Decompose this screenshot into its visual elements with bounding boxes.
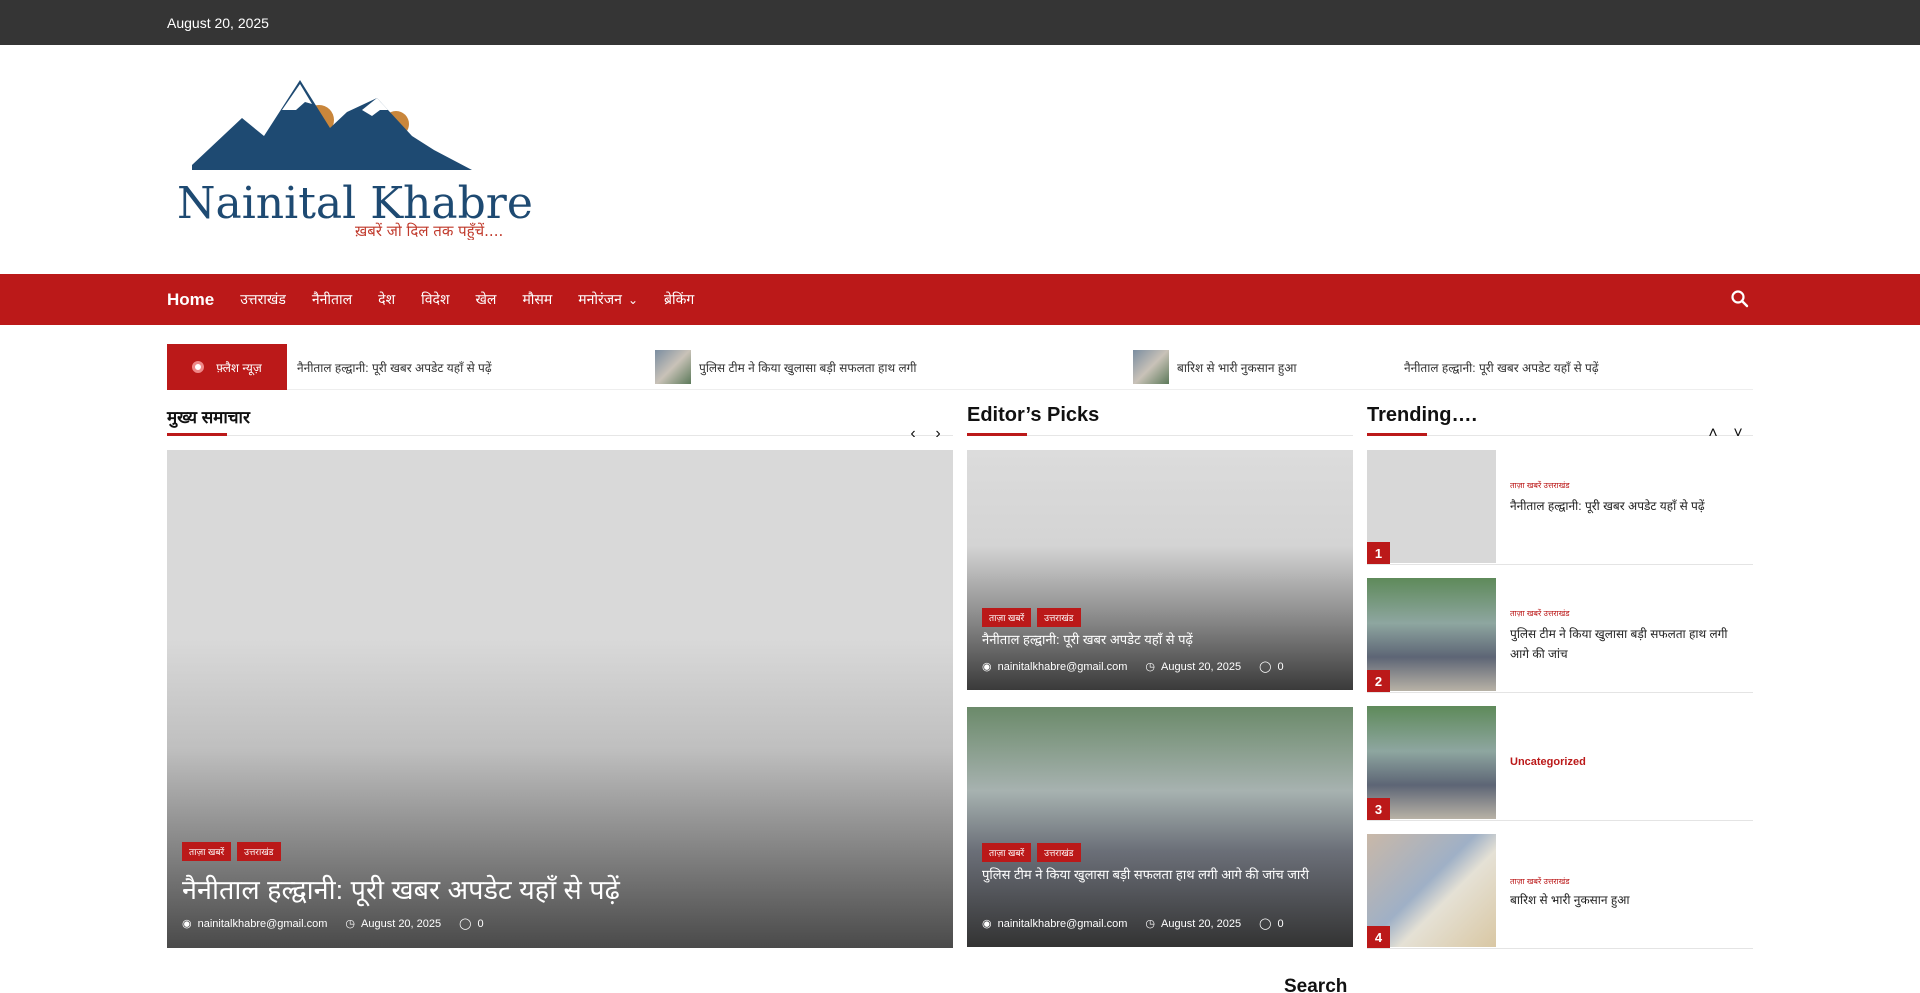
user-icon: ◉ <box>982 661 992 673</box>
editors-pick-card[interactable]: ताज़ा खबरें उत्तराखंड नैनीताल हल्द्वानी:… <box>967 450 1353 690</box>
trending-item[interactable]: 2 ताज़ा खबरें उत्तराखंड पुलिस टीम ने किय… <box>1367 578 1753 693</box>
ticker-item[interactable]: नैनीताल हल्द्वानी: पूरी खबर अपडेट यहाँ स… <box>1404 344 1599 390</box>
nav-item-manoranjan[interactable]: मनोरंजन ⌄ <box>578 290 638 309</box>
card-meta: ◉ nainitalkhabre@gmail.com ◷ August 20, … <box>982 917 1284 931</box>
author-link[interactable]: nainitalkhabre@gmail.com <box>998 661 1128 673</box>
comment-icon: ◯ <box>459 918 472 930</box>
current-date: August 20, 2025 <box>167 15 269 31</box>
post-date[interactable]: August 20, 2025 <box>361 918 441 930</box>
ticker-thumbnail <box>655 350 691 384</box>
nav-item-manoranjan-label: मनोरंजन <box>578 291 622 307</box>
main-news-heading: मुख्य समाचार <box>167 408 250 427</box>
section-underline <box>1367 433 1427 436</box>
news-ticker: फ़्लैश न्यूज़ नैनीताल हल्द्वानी: पूरी खब… <box>167 344 1753 390</box>
trending-item[interactable]: 1 ताज़ा खबरें उत्तराखंड नैनीताल हल्द्वान… <box>1367 450 1753 565</box>
trending-categories[interactable]: ताज़ा खबरें उत्तराखंड <box>1510 480 1570 491</box>
ticker-item[interactable]: पुलिस टीम ने किया खुलासा बड़ी सफलता हाथ … <box>655 344 917 390</box>
ticker-item-text: नैनीताल हल्द्वानी: पूरी खबर अपडेट यहाँ स… <box>1404 360 1599 375</box>
slide-categories: ताज़ा खबरें उत्तराखंड <box>182 842 281 861</box>
slider-next-button[interactable]: › <box>929 425 947 443</box>
chevron-up-icon[interactable]: ˄ <box>1704 425 1722 443</box>
ticker-item-text: पुलिस टीम ने किया खुलासा बड़ी सफलता हाथ … <box>699 360 917 375</box>
comment-icon: ◯ <box>1259 918 1272 930</box>
card-categories: ताज़ा खबरें उत्तराखंड <box>982 608 1081 627</box>
chevron-down-icon[interactable]: ˅ <box>1729 425 1747 443</box>
section-rule <box>1027 435 1353 436</box>
user-icon: ◉ <box>982 918 992 930</box>
trending-title[interactable]: नैनीताल हल्द्वानी: पूरी खबर अपडेट यहाँ स… <box>1510 496 1740 516</box>
nav-item-uttarakhand[interactable]: उत्तराखंड <box>240 290 286 309</box>
clock-icon: ◷ <box>1145 918 1156 930</box>
category-badge[interactable]: उत्तराखंड <box>237 842 281 861</box>
main-navigation: Home उत्तराखंड नैनीताल देश विदेश खेल मौस… <box>0 274 1920 325</box>
rank-badge: 2 <box>1367 670 1390 692</box>
trending-title[interactable]: Uncategorized <box>1510 756 1586 768</box>
comment-count[interactable]: 0 <box>1277 661 1283 673</box>
trending-title[interactable]: बारिश से भारी नुकसान हुआ <box>1510 890 1740 910</box>
slide-title[interactable]: नैनीताल हल्द्वानी: पूरी खबर अपडेट यहाँ स… <box>182 870 620 907</box>
card-title[interactable]: पुलिस टीम ने किया खुलासा बड़ी सफलता हाथ … <box>982 865 1338 885</box>
nav-item-nainital[interactable]: नैनीताल <box>312 290 352 309</box>
nav-item-videsh[interactable]: विदेश <box>421 290 449 309</box>
category-badge[interactable]: ताज़ा खबरें <box>182 842 232 861</box>
clock-icon: ◷ <box>345 918 356 930</box>
nav-item-breaking[interactable]: ब्रेकिंग <box>664 290 694 309</box>
trending-item[interactable]: 4 ताज़ा खबरें उत्तराखंड बारिश से भारी नु… <box>1367 834 1753 949</box>
logo-tagline: ख़बरें जो दिल तक पहुँचें.... <box>355 222 503 240</box>
card-meta: ◉ nainitalkhabre@gmail.com ◷ August 20, … <box>982 660 1284 674</box>
trending-item[interactable]: 3 Uncategorized <box>1367 706 1753 821</box>
main-slider[interactable]: ताज़ा खबरें उत्तराखंड नैनीताल हल्द्वानी:… <box>167 450 953 948</box>
site-logo[interactable]: Nainital Khabre ख़बरें जो दिल तक पहुँचें… <box>172 70 533 241</box>
section-rule <box>227 435 953 436</box>
section-underline <box>967 433 1027 436</box>
slider-prev-button[interactable]: ‹ <box>904 425 922 443</box>
comment-icon: ◯ <box>1259 661 1272 673</box>
clock-icon: ◷ <box>1145 661 1156 673</box>
ticker-item[interactable]: बारिश से भारी नुकसान हुआ <box>1133 344 1297 390</box>
comment-count[interactable]: 0 <box>477 918 483 930</box>
section-underline <box>167 433 227 436</box>
search-icon[interactable] <box>1730 289 1750 309</box>
ticker-thumbnail <box>1133 350 1169 384</box>
flash-news-label: फ़्लैश न्यूज़ <box>167 344 287 390</box>
chevron-down-icon: ⌄ <box>627 292 638 307</box>
author-link[interactable]: nainitalkhabre@gmail.com <box>198 918 328 930</box>
ticker-item-text: बारिश से भारी नुकसान हुआ <box>1177 360 1297 375</box>
editors-picks-heading: Editor’s Picks <box>967 404 1100 426</box>
trending-categories[interactable]: ताज़ा खबरें उत्तराखंड <box>1510 876 1570 887</box>
ticker-item[interactable]: नैनीताल हल्द्वानी: पूरी खबर अपडेट यहाँ स… <box>297 344 492 390</box>
card-title[interactable]: नैनीताल हल्द्वानी: पूरी खबर अपडेट यहाँ स… <box>982 630 1338 650</box>
nav-item-mausam[interactable]: मौसम <box>522 290 552 309</box>
editors-pick-card[interactable]: ताज़ा खबरें उत्तराखंड पुलिस टीम ने किया … <box>967 707 1353 947</box>
slide-meta: ◉ nainitalkhabre@gmail.com ◷ August 20, … <box>182 917 484 931</box>
post-date[interactable]: August 20, 2025 <box>1161 918 1241 930</box>
comment-count[interactable]: 0 <box>1277 918 1283 930</box>
nav-item-desh[interactable]: देश <box>378 290 395 309</box>
flash-news-text: फ़्लैश न्यूज़ <box>216 360 262 375</box>
live-dot-icon <box>192 361 205 373</box>
rank-badge: 3 <box>1367 798 1390 820</box>
nav-home[interactable]: Home <box>167 290 214 310</box>
rank-badge: 4 <box>1367 926 1390 948</box>
top-bar: August 20, 2025 <box>0 0 1920 45</box>
trending-title[interactable]: पुलिस टीम ने किया खुलासा बड़ी सफलता हाथ … <box>1510 624 1740 664</box>
author-link[interactable]: nainitalkhabre@gmail.com <box>998 918 1128 930</box>
category-badge[interactable]: ताज़ा खबरें <box>982 608 1032 627</box>
ticker-item-text: नैनीताल हल्द्वानी: पूरी खबर अपडेट यहाँ स… <box>297 360 492 375</box>
category-badge[interactable]: उत्तराखंड <box>1037 843 1081 862</box>
trending-heading: Trending…. <box>1367 404 1477 426</box>
card-categories: ताज़ा खबरें उत्तराखंड <box>982 843 1081 862</box>
rank-badge: 1 <box>1367 542 1390 564</box>
post-date[interactable]: August 20, 2025 <box>1161 661 1241 673</box>
sidebar-search-heading: Search <box>1284 976 1348 993</box>
category-badge[interactable]: उत्तराखंड <box>1037 608 1081 627</box>
nav-item-khel[interactable]: खेल <box>475 290 496 309</box>
category-badge[interactable]: ताज़ा खबरें <box>982 843 1032 862</box>
trending-categories[interactable]: ताज़ा खबरें उत्तराखंड <box>1510 608 1570 619</box>
user-icon: ◉ <box>182 918 192 930</box>
